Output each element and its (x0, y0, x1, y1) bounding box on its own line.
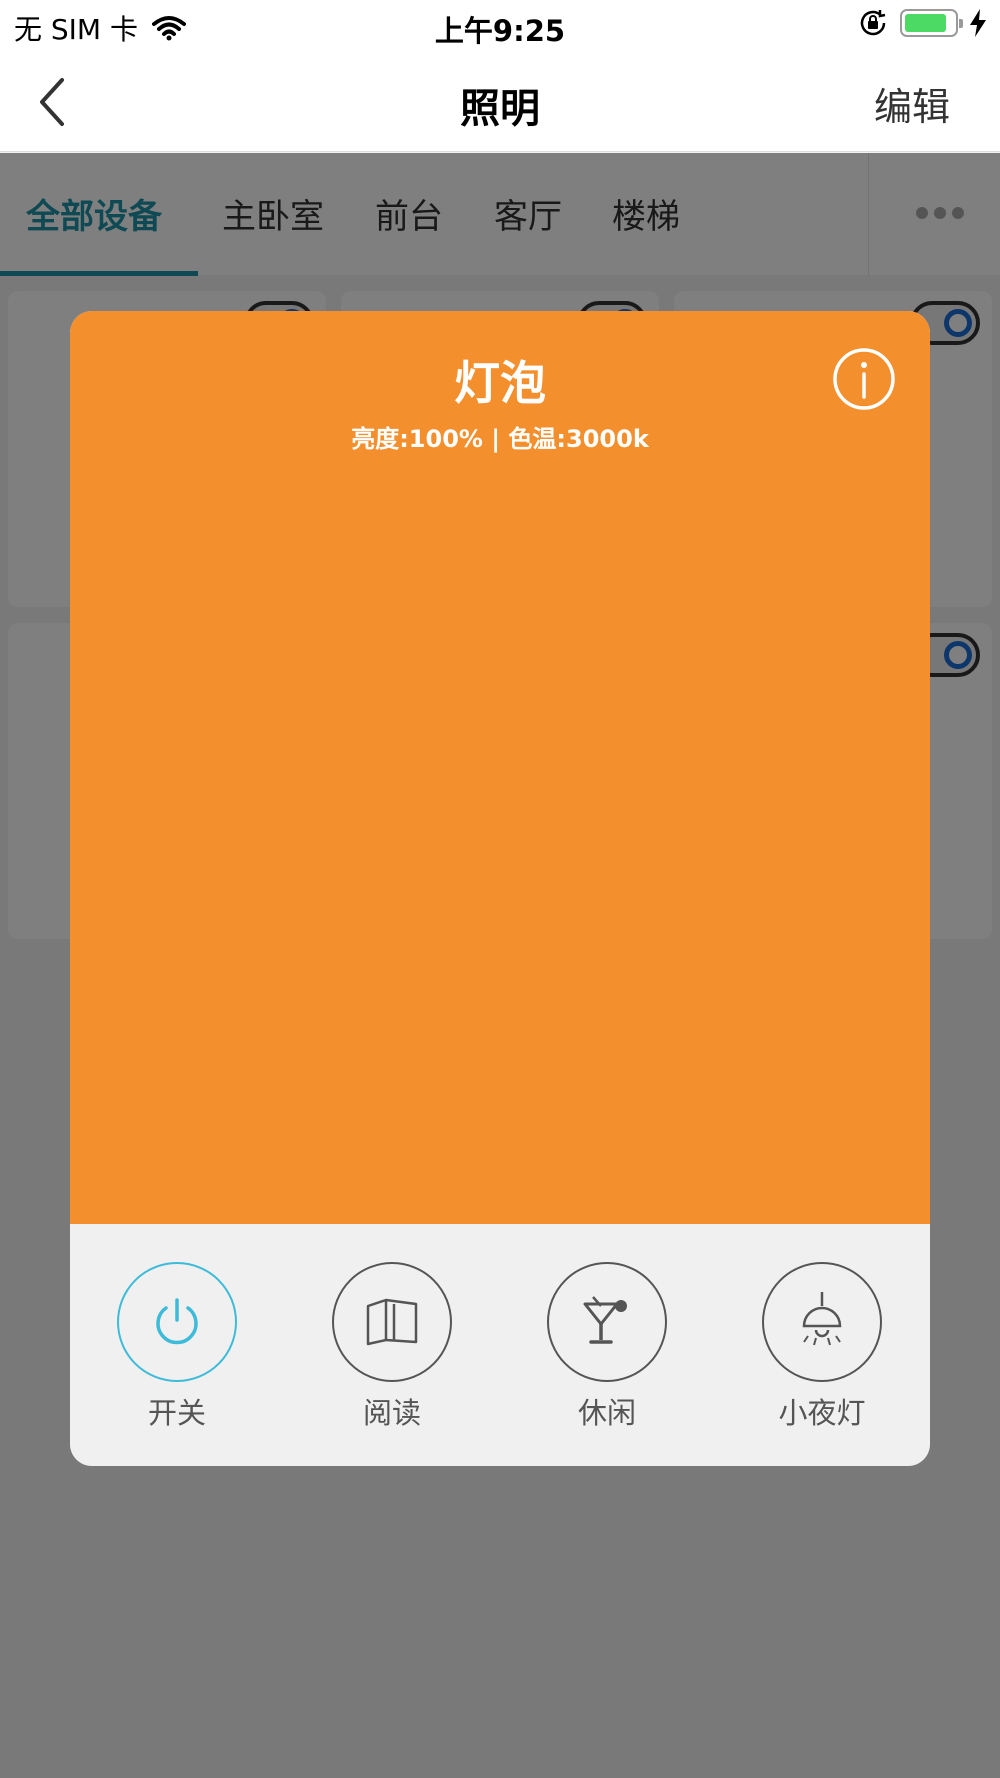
device-name: 灯泡 (454, 356, 546, 410)
light-control-modal: 灯泡 亮度:100% | 色温:3000k 开关 阅读 休闲 小夜灯 (70, 311, 930, 1466)
action-label: 休闲 (577, 1396, 636, 1430)
nav-bar: 照明 编辑 (0, 52, 1000, 152)
status-right (858, 8, 986, 38)
page-title: 照明 (460, 86, 540, 132)
info-button[interactable] (832, 347, 896, 411)
device-status: 亮度:100% | 色温:3000k (351, 425, 649, 453)
power-button[interactable]: 开关 (97, 1262, 257, 1432)
charging-bolt-icon (970, 9, 986, 37)
light-color-panel[interactable]: 灯泡 亮度:100% | 色温:3000k (70, 311, 930, 1224)
reading-scene-button[interactable]: 阅读 (312, 1262, 472, 1432)
action-label: 开关 (147, 1396, 206, 1430)
edit-button[interactable]: 编辑 (874, 76, 950, 131)
rotation-lock-icon (860, 10, 886, 36)
info-icon (833, 348, 895, 410)
book-icon (366, 1298, 418, 1346)
battery-fill (905, 14, 946, 32)
status-bar: 无 SIM 卡 上午9:25 (0, 0, 1000, 52)
action-label: 小夜灯 (778, 1396, 866, 1430)
power-icon (156, 1298, 198, 1345)
status-time: 上午9:25 (434, 14, 566, 48)
action-label: 阅读 (362, 1396, 421, 1430)
ceiling-lamp-icon (802, 1292, 842, 1346)
battery-icon (900, 9, 963, 37)
night-light-scene-button[interactable]: 小夜灯 (742, 1262, 902, 1432)
cocktail-icon (583, 1296, 627, 1344)
leisure-scene-button[interactable]: 休闲 (527, 1262, 687, 1432)
scene-actions: 开关 阅读 休闲 小夜灯 (70, 1224, 930, 1466)
